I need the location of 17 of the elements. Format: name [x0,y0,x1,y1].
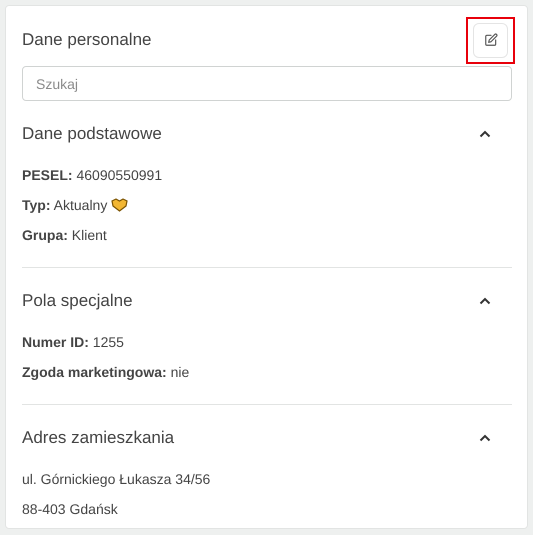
chevron-up-icon[interactable] [479,130,491,138]
section-title: Pola specjalne [22,290,133,312]
field-text: Grupa: Klient [22,226,107,245]
field-text: Zgoda marketingowa: nie [22,362,190,382]
address-line: 88-403 Gdańsk [22,500,118,518]
address-line: ul. Górnickiego Łukasza 34/56 [22,470,210,489]
field-text: Numer ID: 1255 [22,332,124,352]
section-title: Adres zamieszkania [22,427,174,450]
panel-title: Dane personalne [22,29,152,52]
chevron-up-icon[interactable] [479,297,491,305]
section-title: Dane podstawowe [22,123,162,146]
chevron-up-icon[interactable] [479,434,491,442]
field-text: PESEL: 46090550991 [22,166,162,184]
edit-icon [484,33,498,47]
edit-button[interactable] [473,22,508,58]
search-field[interactable]: Szukaj [22,66,512,101]
field-text: Typ: Aktualny [22,196,108,215]
